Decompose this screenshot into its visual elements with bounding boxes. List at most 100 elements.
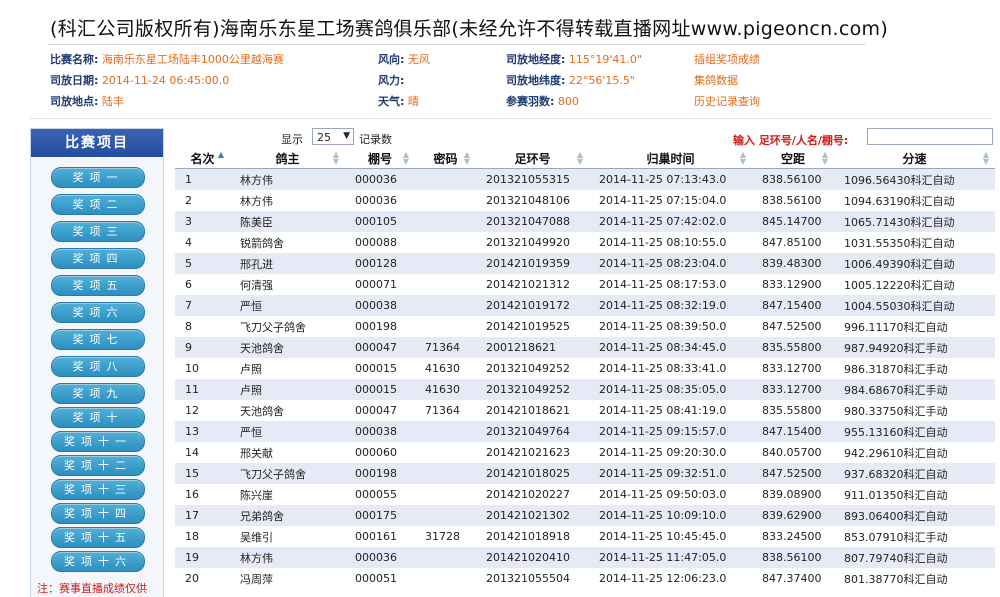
table-row: 9 天池鸽舍 000047 71364 2001218621 2014-11-25 08:… [175,337,995,358]
cell-loft: 000198 [345,463,415,484]
cell-distance: 845.14700 [752,211,834,232]
prize-button-1[interactable]: 奖项一 [51,167,145,188]
search-input[interactable] [867,128,993,145]
prize-button-11[interactable]: 奖项十一 [51,431,145,452]
sort-icon: ▲ ▼ [332,150,339,166]
cell-loft: 000175 [345,505,415,526]
prize-button-4[interactable]: 奖项四 [51,248,145,269]
table-row: 3 陈美臣 000105 201321047088 2014-11-25 07:42:0… [175,211,995,232]
cell-return-time: 2014-11-25 09:20:30.0 [589,442,752,463]
cell-speed: 1065.71430科汇自动 [834,211,995,232]
cell-owner: 陈美臣 [230,211,345,232]
column-header-rank[interactable]: 名次 ▲ [175,148,230,169]
cell-ring: 201421018025 [476,463,589,484]
cell-return-time: 2014-11-25 08:10:55.0 [589,232,752,253]
cell-owner: 天池鸽舍 [230,337,345,358]
cell-return-time: 2014-11-25 07:42:02.0 [589,211,752,232]
prize-button-16[interactable]: 奖项十六 [51,551,145,572]
column-header-loft[interactable]: 棚号 ▲ ▼ [345,148,415,169]
prize-button-13[interactable]: 奖项十三 [51,479,145,500]
cell-owner: 锐箭鸽舍 [230,232,345,253]
cell-code [415,295,476,316]
cell-ring: 201321049920 [476,232,589,253]
table-row: 13 严恒 000038 201321049764 2014-11-25 09:15:5… [175,421,995,442]
page-size-select[interactable]: 25 ▼ [312,128,354,145]
insert-group-results-link[interactable]: 插组奖项成绩 [694,50,760,70]
table-header-row: 名次 ▲ 鸽主 ▲ ▼ 棚号 ▲ ▼ 密码 ▲ ▼ 足环号 ▲ ▼ 归巢时间 ▲ ▼ 空距 ▲ ▼ 分速 ▲… [175,148,995,169]
column-header-distance[interactable]: 空距 ▲ ▼ [752,148,834,169]
cell-loft: 000128 [345,253,415,274]
cell-code: 31728 [415,526,476,547]
prize-button-14[interactable]: 奖项十四 [51,503,145,524]
column-header-speed[interactable]: 分速 ▲ ▼ [834,148,995,169]
cell-rank: 19 [175,547,230,568]
column-header-label: 鸽主 [275,151,300,166]
group-data-link[interactable]: 集鸽数据 [694,71,738,91]
cell-code [415,442,476,463]
wind-direction-row: 风向: 无风 [378,50,430,70]
prize-button-8[interactable]: 奖项八 [51,356,145,377]
cell-ring: 201321047088 [476,211,589,232]
cell-rank: 4 [175,232,230,253]
cell-distance: 847.15400 [752,421,834,442]
prize-button-5[interactable]: 奖项五 [51,275,145,296]
table-row: 16 陈兴崖 000055 201421020227 2014-11-25 09:50:… [175,484,995,505]
cell-loft: 000105 [345,211,415,232]
release-date-row: 司放日期: 2014-11-24 06:45:00.0 [50,71,229,91]
cell-speed: 801.38770科汇自动 [834,568,995,589]
cell-rank: 14 [175,442,230,463]
cell-owner: 何清强 [230,274,345,295]
cell-ring: 201421019172 [476,295,589,316]
cell-speed: 853.07910科汇手动 [834,526,995,547]
cell-ring: 2001218621 [476,337,589,358]
cell-rank: 11 [175,379,230,400]
cell-return-time: 2014-11-25 08:39:50.0 [589,316,752,337]
prize-button-9[interactable]: 奖项九 [51,383,145,404]
chevron-down-icon: ▼ [343,131,350,141]
disclaimer-note: 注：赛事直播成绩仅供 [37,582,147,595]
column-header-code[interactable]: 密码 ▲ ▼ [415,148,476,169]
prize-button-6[interactable]: 奖项六 [51,302,145,323]
cell-distance: 847.52500 [752,316,834,337]
cell-return-time: 2014-11-25 10:09:10.0 [589,505,752,526]
prize-button-2[interactable]: 奖项二 [51,194,145,215]
cell-rank: 17 [175,505,230,526]
wind-force-label: 风力: [378,74,405,87]
cell-return-time: 2014-11-25 08:32:19.0 [589,295,752,316]
cell-ring: 201321049252 [476,358,589,379]
cell-distance: 833.12700 [752,358,834,379]
cell-code: 71364 [415,337,476,358]
column-header-ring[interactable]: 足环号 ▲ ▼ [476,148,589,169]
race-info-panel: 比赛名称: 海南乐东星工场陆丰1000公里越海赛 司放日期: 2014-11-2… [50,50,880,114]
column-header-owner[interactable]: 鸽主 ▲ ▼ [230,148,345,169]
sidebar-title: 比赛项目 [31,129,163,157]
prize-button-12[interactable]: 奖项十二 [51,455,145,476]
table-row: 12 天池鸽舍 000047 71364 201421018621 2014-11-25 … [175,400,995,421]
latitude-row: 司放地纬度: 22°56'15.5" [506,71,635,91]
cell-code [415,505,476,526]
table-row: 8 飞刀父子鸽舍 000198 201421019525 2014-11-25 08:3… [175,316,995,337]
prize-button-7[interactable]: 奖项七 [51,329,145,350]
sort-icon: ▲ ▼ [576,150,583,166]
cell-return-time: 2014-11-25 07:15:04.0 [589,190,752,211]
cell-distance: 847.15400 [752,295,834,316]
cell-rank: 1 [175,168,230,190]
grid-toolbar: 显示 25 ▼ 记录数 输入 足环号/人名/棚号: [175,128,995,148]
release-place-value: 陆丰 [101,95,124,108]
cell-ring: 201321049252 [476,379,589,400]
cell-rank: 6 [175,274,230,295]
cell-ring: 201421021302 [476,505,589,526]
column-header-label: 分速 [902,151,927,166]
cell-rank: 20 [175,568,230,589]
history-query-link[interactable]: 历史记录查询 [694,92,760,112]
cell-owner: 兄弟鸽舍 [230,505,345,526]
column-header-return-time[interactable]: 归巢时间 ▲ ▼ [589,148,752,169]
prize-button-15[interactable]: 奖项十五 [51,527,145,548]
cell-code: 41630 [415,358,476,379]
cell-code: 71364 [415,400,476,421]
cell-owner: 严恒 [230,421,345,442]
prize-button-3[interactable]: 奖项三 [51,221,145,242]
cell-speed: 980.33750科汇手动 [834,400,995,421]
longitude-label: 司放地经度: [506,53,566,66]
prize-button-10[interactable]: 奖项十 [51,407,145,428]
